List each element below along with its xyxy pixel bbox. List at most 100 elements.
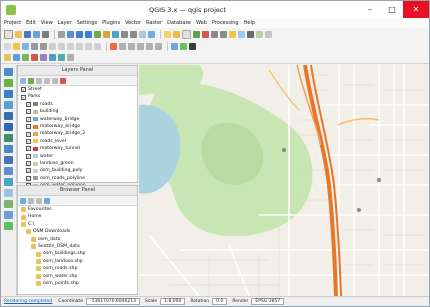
add-raster-layer-icon[interactable] — [180, 42, 187, 50]
layer-visibility-checkbox[interactable]: ✓ — [26, 175, 31, 181]
add-postgis-icon[interactable] — [4, 123, 13, 131]
layer-visibility-checkbox[interactable]: ✓ — [26, 109, 31, 115]
layer-visibility-checkbox[interactable]: ✓ — [26, 161, 31, 167]
rotation-field[interactable]: 0.0 — [212, 298, 228, 305]
browser-item[interactable]: osm_water.shp — [18, 273, 137, 280]
browser-item[interactable]: Home — [18, 213, 137, 220]
new-geopackage-icon[interactable] — [4, 222, 13, 230]
annotation-icon[interactable] — [229, 30, 236, 38]
layer-item[interactable]: ✓ water — [18, 153, 137, 160]
zoom-full-icon[interactable] — [94, 30, 101, 38]
browser-item[interactable]: osm_data — [18, 236, 137, 243]
delete-selected-icon[interactable] — [49, 42, 56, 50]
pan-hand-icon[interactable] — [58, 30, 65, 38]
menu-web[interactable]: Web — [196, 20, 207, 26]
menu-vector[interactable]: Vector — [125, 20, 141, 26]
change-label-icon[interactable] — [155, 42, 162, 50]
add-vector-tile-icon[interactable] — [4, 211, 13, 219]
measure-icon[interactable] — [220, 30, 227, 38]
zoom-out-icon[interactable] — [85, 30, 92, 38]
select-features-icon[interactable] — [173, 30, 180, 38]
layer-item[interactable]: ✓ osm_roads_polyline — [18, 175, 137, 182]
browser-item[interactable]: osm_buildings.shp — [18, 250, 137, 257]
layer-visibility-checkbox[interactable]: ✓ — [26, 146, 31, 152]
map-canvas[interactable] — [139, 65, 429, 296]
statistics-icon[interactable] — [211, 30, 218, 38]
layer-visibility-checkbox[interactable]: ✓ — [26, 131, 31, 137]
browser-item[interactable]: osm_points.shp — [18, 280, 137, 287]
text-annotation-icon[interactable] — [265, 30, 272, 38]
add-oracle-icon[interactable] — [4, 145, 13, 153]
layer-item[interactable]: ✓ Street — [18, 86, 137, 93]
menu-layer[interactable]: Layer — [58, 20, 72, 26]
zoom-next-icon[interactable] — [130, 30, 137, 38]
menu-plugins[interactable]: Plugins — [102, 20, 120, 26]
add-spatialite-icon[interactable] — [40, 54, 47, 61]
status-message[interactable]: Rendering completed — [4, 299, 52, 304]
menu-raster[interactable]: Raster — [146, 20, 162, 26]
layer-visibility-checkbox[interactable]: ✓ — [26, 153, 31, 159]
layer-item[interactable]: ✓ motorway_bridge_2 — [18, 130, 137, 137]
save-edits-icon[interactable] — [22, 42, 29, 50]
browser-item[interactable]: Seattle_OSM_data — [18, 243, 137, 250]
map-tips-icon[interactable] — [238, 30, 245, 38]
print-layout-icon[interactable] — [42, 30, 49, 38]
layer-item[interactable]: ✓ osm_building_poly — [18, 167, 137, 174]
layer-item[interactable]: ✓ Parks — [18, 93, 137, 100]
add-gpx-icon[interactable] — [4, 200, 13, 208]
properties-icon[interactable] — [44, 197, 50, 204]
pin-labels-icon[interactable] — [119, 42, 126, 50]
add-arcgis-icon[interactable] — [4, 189, 13, 197]
maximize-button[interactable]: □ — [381, 1, 403, 18]
layer-item[interactable]: ✓ building — [18, 108, 137, 115]
menu-view[interactable]: View — [41, 20, 53, 26]
vertex-tool-icon[interactable] — [40, 42, 47, 50]
deselect-icon[interactable] — [182, 29, 191, 39]
zoom-last-icon[interactable] — [121, 30, 128, 38]
layer-visibility-checkbox[interactable]: ✓ — [21, 87, 26, 93]
layer-visibility-checkbox[interactable]: ✓ — [26, 124, 31, 130]
open-folder-icon[interactable] — [15, 30, 22, 38]
pan-to-selection-icon[interactable] — [67, 30, 74, 38]
field-calculator-icon[interactable] — [202, 30, 209, 38]
add-vector-icon[interactable] — [4, 68, 13, 76]
layer-visibility-checkbox[interactable]: ✓ — [21, 94, 26, 100]
scale-field[interactable]: 1:8,000 — [160, 298, 186, 305]
menu-project[interactable]: Project — [4, 20, 21, 26]
zoom-to-layer-icon[interactable] — [112, 30, 119, 38]
undo-icon[interactable] — [85, 42, 92, 50]
menu-processing[interactable]: Processing — [212, 20, 239, 26]
add-virtual-layer-icon[interactable] — [67, 54, 74, 61]
label-tool-icon[interactable] — [110, 42, 117, 50]
remove-layer-icon[interactable] — [60, 77, 66, 84]
menu-settings[interactable]: Settings — [77, 20, 98, 26]
add-wcs-icon[interactable] — [4, 167, 13, 175]
browser-item[interactable]: OSM Downloads — [18, 228, 137, 235]
add-vector-layer-icon[interactable] — [171, 42, 178, 50]
refresh-icon[interactable] — [20, 197, 26, 204]
add-spatialite-icon[interactable] — [4, 112, 13, 120]
save-icon[interactable] — [24, 30, 31, 38]
layer-item[interactable]: ✓ motorway_tunnel — [18, 145, 137, 152]
collapse-all-icon[interactable] — [52, 77, 58, 84]
browser-item[interactable]: C:\ — [18, 221, 137, 228]
copy-features-icon[interactable] — [67, 42, 74, 50]
new-map-view-icon[interactable] — [139, 30, 146, 38]
browser-item[interactable]: osm_roads.shp — [18, 265, 137, 272]
rotate-label-icon[interactable] — [146, 42, 153, 50]
add-mesh-icon[interactable] — [4, 90, 13, 98]
toggle-editing-icon[interactable] — [13, 42, 20, 50]
move-label-icon[interactable] — [137, 42, 144, 50]
add-wms-icon[interactable] — [49, 54, 56, 61]
add-feature-icon[interactable] — [31, 42, 38, 50]
browser-item[interactable]: osm_landuse.shp — [18, 258, 137, 265]
add-wms-icon[interactable] — [4, 156, 13, 164]
expand-all-icon[interactable] — [44, 77, 50, 84]
bookmark-icon[interactable] — [247, 30, 254, 38]
data-source-manager-icon[interactable] — [4, 54, 11, 61]
menu-database[interactable]: Database — [167, 20, 191, 26]
save-as-icon[interactable] — [33, 30, 40, 38]
paste-features-icon[interactable] — [76, 42, 83, 50]
layer-item[interactable]: ✓ motorway_bridge — [18, 123, 137, 130]
menu-edit[interactable]: Edit — [26, 20, 36, 26]
